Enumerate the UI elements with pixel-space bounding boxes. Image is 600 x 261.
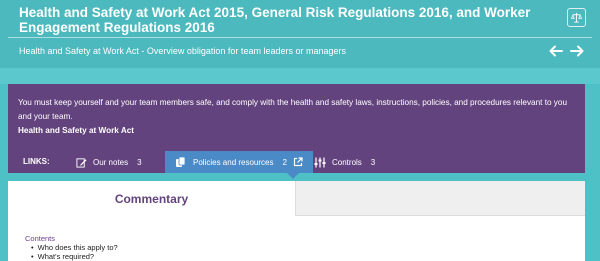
page-title: Health and Safety at Work Act 2015, Gene… bbox=[19, 5, 531, 35]
link-controls[interactable]: Controls 3 bbox=[314, 151, 375, 173]
documents-icon bbox=[176, 156, 186, 167]
link-policies-and-resources[interactable]: Policies and resources 2 bbox=[165, 151, 313, 173]
act-name: Health and Safety at Work Act bbox=[18, 126, 135, 135]
link-count: 3 bbox=[137, 157, 142, 167]
contents-title: Contents bbox=[25, 234, 56, 243]
link-label: Our notes bbox=[93, 157, 129, 167]
obligation-description: You must keep yourself and your team mem… bbox=[18, 98, 568, 121]
next-button[interactable] bbox=[567, 40, 587, 62]
content-area: Commentary Contents Who does this apply … bbox=[8, 181, 585, 261]
arrow-right-icon bbox=[570, 45, 584, 57]
link-count: 3 bbox=[370, 157, 376, 167]
spacer-band bbox=[0, 68, 600, 84]
links-bar: LINKS: Our notes 3 Policies and resource… bbox=[8, 151, 585, 173]
external-link-icon bbox=[293, 157, 303, 167]
link-our-notes[interactable]: Our notes 3 bbox=[76, 151, 142, 173]
obligation-text: You must keep yourself and your team mem… bbox=[18, 96, 573, 138]
contents-item[interactable]: What's required? bbox=[31, 252, 118, 261]
header-bar: Health and Safety at Work Act 2015, Gene… bbox=[0, 0, 600, 68]
contents-list: Contents Who does this apply to? What's … bbox=[25, 234, 118, 261]
active-link-pointer bbox=[287, 173, 299, 179]
links-label: LINKS: bbox=[23, 157, 50, 166]
scales-button[interactable] bbox=[567, 8, 586, 27]
sliders-icon bbox=[314, 157, 326, 167]
arrow-left-icon bbox=[549, 45, 563, 57]
scales-icon bbox=[571, 12, 582, 23]
tab-inactive[interactable] bbox=[296, 181, 585, 216]
tab-commentary[interactable]: Commentary bbox=[8, 181, 296, 216]
header-divider bbox=[8, 37, 592, 38]
edit-icon bbox=[76, 157, 87, 168]
link-label: Policies and resources bbox=[193, 157, 274, 167]
link-label: Controls bbox=[332, 157, 362, 167]
page-subtitle: Health and Safety at Work Act - Overview… bbox=[19, 46, 346, 56]
previous-button[interactable] bbox=[546, 40, 566, 62]
link-count: 2 bbox=[282, 157, 287, 167]
obligation-panel: You must keep yourself and your team mem… bbox=[8, 84, 585, 173]
contents-item[interactable]: Who does this apply to? bbox=[31, 243, 118, 252]
